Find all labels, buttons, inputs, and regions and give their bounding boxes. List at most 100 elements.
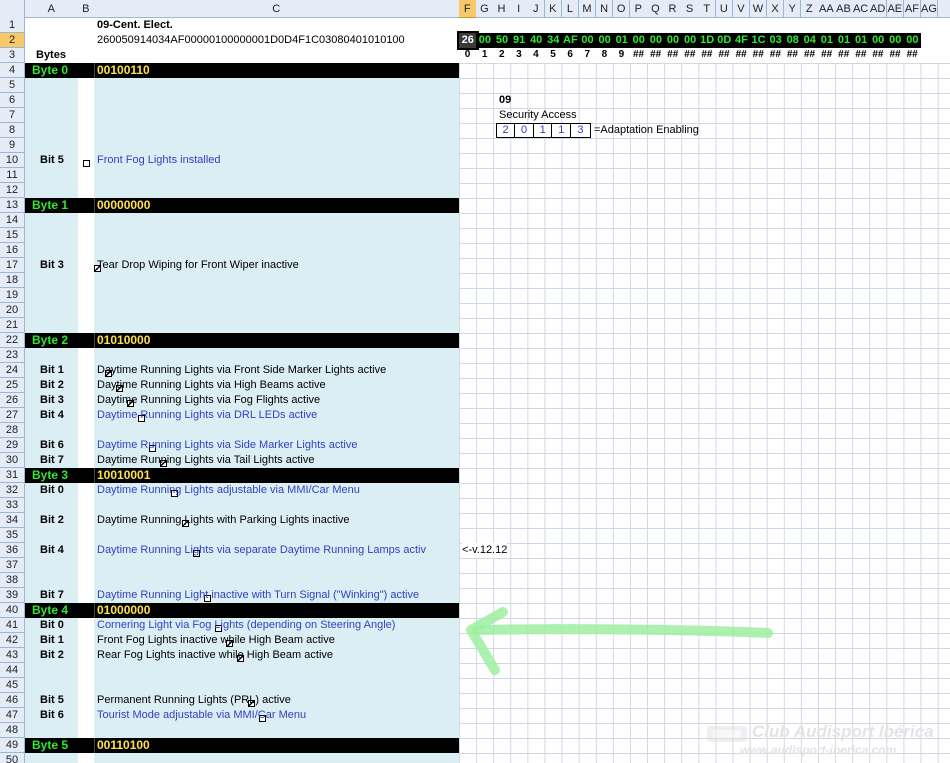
bit-label[interactable]: Bit 5 xyxy=(40,693,64,708)
column-header-h[interactable]: H xyxy=(493,0,511,18)
row-header-43[interactable]: 43 xyxy=(0,648,25,663)
option-description[interactable]: Daytime Running Lights with Parking Ligh… xyxy=(97,513,350,528)
column-header-ab[interactable]: AB xyxy=(835,0,853,18)
index-cell[interactable]: 5 xyxy=(545,48,562,62)
column-header-r[interactable]: R xyxy=(664,0,682,18)
column-header-a[interactable]: A xyxy=(25,0,79,18)
hex-cell[interactable]: 03 xyxy=(766,33,785,48)
option-description[interactable]: Daytime Running Lights via separate Dayt… xyxy=(97,543,426,558)
bit-label[interactable]: Bit 0 xyxy=(40,618,64,633)
index-cell[interactable]: ## xyxy=(630,48,647,62)
row-header-27[interactable]: 27 xyxy=(0,408,25,423)
row-header-26[interactable]: 26 xyxy=(0,393,25,408)
coding-string[interactable]: 260050914034AF00000100000001D0D4F1C03080… xyxy=(97,33,459,48)
row-header-22[interactable]: 22 xyxy=(0,333,25,348)
hex-cell[interactable]: 08 xyxy=(783,33,802,48)
row-header-31[interactable]: 31 xyxy=(0,468,25,483)
hex-cell[interactable]: 91 xyxy=(510,33,528,48)
security-digit[interactable]: 2 xyxy=(497,123,515,138)
bit-label[interactable]: Bit 1 xyxy=(40,633,64,648)
row-header-48[interactable]: 48 xyxy=(0,723,25,738)
bit-label[interactable]: Bit 1 xyxy=(40,363,64,378)
row-header-16[interactable]: 16 xyxy=(0,243,25,258)
hex-cell[interactable]: AF xyxy=(561,33,580,48)
column-header-t[interactable]: T xyxy=(698,0,716,18)
column-header-f[interactable]: F xyxy=(459,0,477,18)
hex-cell[interactable]: 00 xyxy=(647,33,665,48)
row-header-46[interactable]: 46 xyxy=(0,693,25,708)
row-header-18[interactable]: 18 xyxy=(0,273,25,288)
option-description[interactable]: Daytime Running Lights via Side Marker L… xyxy=(97,438,357,453)
row-header-24[interactable]: 24 xyxy=(0,363,25,378)
index-cell[interactable]: 3 xyxy=(510,48,527,62)
option-description[interactable]: Front Fog Lights inactive while High Bea… xyxy=(97,633,335,648)
index-cell[interactable]: ## xyxy=(784,48,801,62)
bit-label[interactable]: Bit 2 xyxy=(40,378,64,393)
index-cell[interactable]: ## xyxy=(767,48,784,62)
column-header-q[interactable]: Q xyxy=(647,0,665,18)
security-module[interactable]: 09 xyxy=(499,93,511,108)
row-header-10[interactable]: 10 xyxy=(0,153,25,168)
index-cell[interactable]: ## xyxy=(647,48,664,62)
byte-bits[interactable]: 00100110 xyxy=(97,63,150,78)
bit-label[interactable]: Bit 2 xyxy=(40,513,64,528)
row-header-15[interactable]: 15 xyxy=(0,228,25,243)
index-cell[interactable]: 2 xyxy=(493,48,510,62)
bit-label[interactable]: Bit 2 xyxy=(40,648,64,663)
index-cell[interactable]: ## xyxy=(681,48,698,62)
column-header-b[interactable]: B xyxy=(78,0,95,18)
column-header-k[interactable]: K xyxy=(544,0,563,18)
column-header-s[interactable]: S xyxy=(681,0,699,18)
column-header-z[interactable]: Z xyxy=(801,0,819,18)
bit-label[interactable]: Bit 4 xyxy=(40,408,64,423)
row-header-4[interactable]: 4 xyxy=(0,63,25,78)
row-header-45[interactable]: 45 xyxy=(0,678,25,693)
option-description[interactable]: Cornering Light via Fog Lights (dependin… xyxy=(97,618,395,633)
column-header-x[interactable]: X xyxy=(766,0,785,18)
security-digit[interactable]: 1 xyxy=(534,123,553,138)
bit-label[interactable]: Bit 0 xyxy=(40,483,64,498)
index-cell[interactable]: ## xyxy=(818,48,835,62)
byte-title[interactable]: Byte 0 xyxy=(32,63,68,78)
select-all-corner[interactable] xyxy=(0,0,25,18)
column-header-p[interactable]: P xyxy=(630,0,648,18)
bit-label[interactable]: Bit 5 xyxy=(40,153,64,168)
hex-cell[interactable]: 00 xyxy=(903,33,922,48)
security-note[interactable]: =Adaptation Enabling xyxy=(594,123,699,138)
column-header-m[interactable]: M xyxy=(578,0,597,18)
bit-label[interactable]: Bit 4 xyxy=(40,543,64,558)
option-description[interactable]: Tourist Mode adjustable via MMI/Car Menu xyxy=(97,708,306,723)
byte-bits[interactable]: 10010001 xyxy=(97,468,150,483)
index-cell[interactable]: 0 xyxy=(459,48,476,62)
column-header-ad[interactable]: AD xyxy=(869,0,887,18)
row-header-50[interactable]: 50 xyxy=(0,753,25,763)
row-header-2[interactable]: 2 xyxy=(0,33,25,48)
column-header-ac[interactable]: AC xyxy=(852,0,870,18)
row-header-36[interactable]: 36 xyxy=(0,543,25,558)
index-cell[interactable]: ## xyxy=(904,48,921,62)
bit-label[interactable]: Bit 7 xyxy=(40,588,64,603)
row-header-47[interactable]: 47 xyxy=(0,708,25,723)
row-header-21[interactable]: 21 xyxy=(0,318,25,333)
column-header-ae[interactable]: AE xyxy=(886,0,905,18)
hex-cell[interactable]: 00 xyxy=(664,33,682,48)
byte-title[interactable]: Byte 3 xyxy=(32,468,68,483)
row-header-19[interactable]: 19 xyxy=(0,288,25,303)
row-header-3[interactable]: 3 xyxy=(0,48,25,63)
hex-cell[interactable]: 01 xyxy=(612,33,631,48)
hex-cell[interactable]: 00 xyxy=(886,33,905,48)
hex-cell[interactable]: 04 xyxy=(801,33,819,48)
row-header-1[interactable]: 1 xyxy=(0,18,25,33)
byte-bits[interactable]: 00000000 xyxy=(97,198,150,213)
hex-cell[interactable]: 40 xyxy=(527,33,545,48)
option-description[interactable]: Daytime Running Lights via Tail Lights a… xyxy=(97,453,314,468)
hex-cell[interactable]: 1C xyxy=(749,33,768,48)
column-header-af[interactable]: AF xyxy=(903,0,922,18)
index-cell[interactable]: ## xyxy=(733,48,750,62)
index-cell[interactable]: 1 xyxy=(476,48,493,62)
version-note[interactable]: <-v.12.12 xyxy=(462,543,508,558)
index-cell[interactable]: ## xyxy=(887,48,904,62)
row-header-34[interactable]: 34 xyxy=(0,513,25,528)
unchecked-checkbox-icon[interactable] xyxy=(83,159,90,167)
hex-cell[interactable]: 01 xyxy=(818,33,836,48)
